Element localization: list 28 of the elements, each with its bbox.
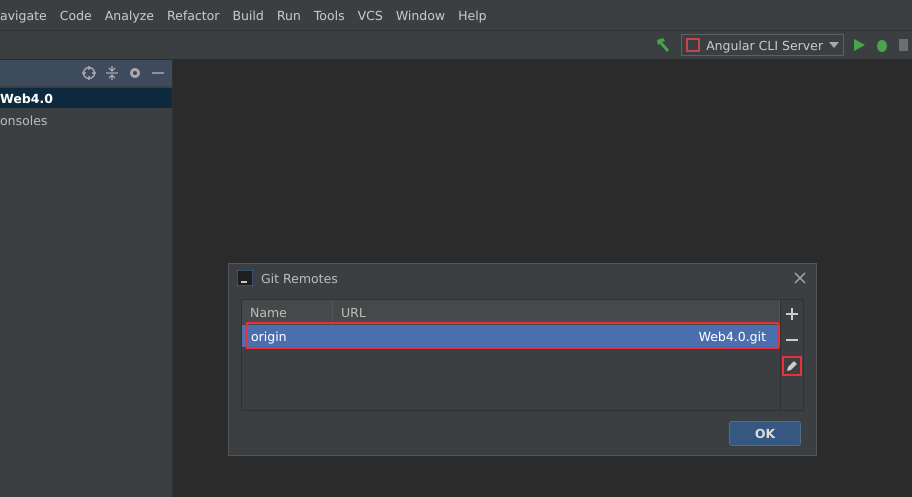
- close-icon[interactable]: [794, 272, 806, 284]
- menu-item[interactable]: Build: [232, 8, 264, 22]
- menu-item[interactable]: Code: [60, 8, 92, 22]
- menu-item[interactable]: Run: [276, 8, 301, 22]
- run-configuration-dropdown[interactable]: Angular CLI Server: [681, 34, 844, 56]
- menu-item[interactable]: Tools: [314, 8, 345, 22]
- project-tree-item[interactable]: Web4.0: [0, 88, 172, 108]
- menu-item[interactable]: Window: [396, 8, 446, 22]
- run-icon[interactable]: [852, 38, 866, 52]
- target-icon[interactable]: [82, 66, 96, 80]
- caret-icon: [829, 42, 839, 48]
- pencil-icon: [786, 360, 798, 372]
- table-cell-text: Web4.0.git: [698, 328, 767, 344]
- edit-button[interactable]: [782, 356, 802, 376]
- table-cell-text: origin: [250, 328, 288, 344]
- menu-item[interactable]: Help: [458, 8, 487, 22]
- ok-button[interactable]: OK: [729, 420, 801, 446]
- menu-item[interactable]: Analyze: [104, 8, 154, 22]
- stop-square-icon: [686, 38, 700, 52]
- project-tree-item[interactable]: onsoles: [0, 110, 172, 130]
- remote-row[interactable]: origin Web4.0.git: [242, 325, 780, 347]
- dialog-title: Git Remotes: [261, 270, 339, 286]
- menu-item[interactable]: avigate: [0, 8, 47, 22]
- menu-item[interactable]: Refactor: [167, 8, 220, 22]
- collapse-icon[interactable]: [106, 66, 118, 80]
- menu-item[interactable]: VCS: [358, 8, 383, 22]
- app-logo-icon: [237, 270, 253, 286]
- plus-icon: [786, 308, 798, 320]
